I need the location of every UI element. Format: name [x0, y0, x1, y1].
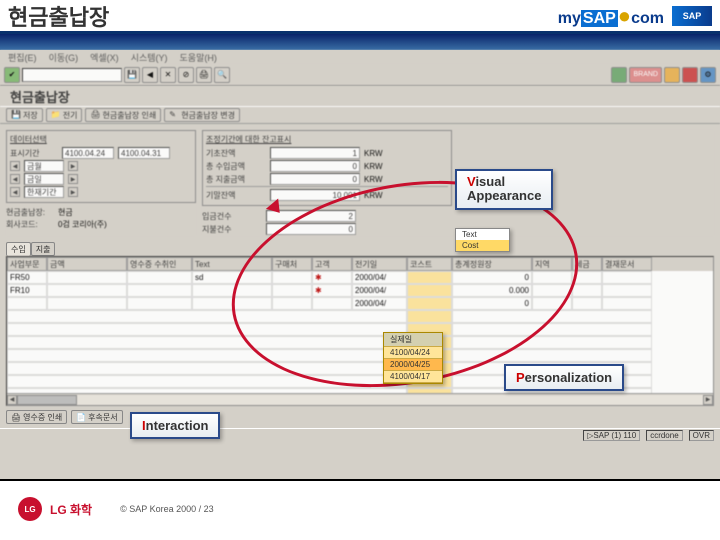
- status-amber-icon: [664, 67, 680, 83]
- table-row[interactable]: [7, 349, 713, 362]
- table-row[interactable]: [7, 336, 713, 349]
- followup-button[interactable]: 📄후속문서: [71, 410, 122, 424]
- list-item[interactable]: 4100/04/24: [384, 347, 442, 359]
- brand-logos: mySAP●com SAP: [558, 3, 712, 29]
- system-toolbar: ✔ 💾 ◀ ✕ ⊘ 🖨 🔍 BRAND ⚙: [0, 64, 720, 86]
- table-row[interactable]: [7, 310, 713, 323]
- scroll-right-icon[interactable]: ▶: [703, 395, 713, 405]
- copyright-text: © SAP Korea 2000 / 23: [120, 504, 214, 514]
- post-button[interactable]: 📁전기: [46, 108, 83, 122]
- application-toolbar: 💾저장 📁전기 🖨현금출납장 인쇄 ✎현금출납장 변경: [0, 106, 720, 124]
- folder-icon: 📁: [51, 110, 61, 120]
- company-code-value: 0검 코리아(주): [58, 219, 107, 230]
- enter-button[interactable]: ✔: [4, 67, 20, 83]
- main-panel: 데이터선택 표시기간 4100.04.24 4100.04.31 ◀ 금월 ▶ ◀ 금…: [0, 124, 720, 242]
- page-header: 현금출납장 mySAP●com SAP: [0, 0, 720, 34]
- print-receipt-button[interactable]: 🖨영수증 인쇄: [6, 410, 67, 424]
- date-label: 표시기간: [10, 148, 58, 159]
- sap-gui-window: 편집(E) 이동(G) 엑셀(X) 시스템(Y) 도움말(H) ✔ 💾 ◀ ✕ …: [0, 34, 720, 479]
- table-row[interactable]: FR10 ✱ 2000/04/ 0.000: [7, 284, 713, 297]
- save-icon[interactable]: 💾: [124, 67, 140, 83]
- grid-header: 사업부문 금액 영수증 수취인 Text 구매처 고객 전기일 코스트 총계정원…: [7, 257, 713, 271]
- print-cash-button[interactable]: 🖨현금출납장 인쇄: [85, 108, 161, 122]
- list-item[interactable]: 4100/04/17: [384, 371, 442, 383]
- context-popup[interactable]: Text Cost: [455, 228, 510, 252]
- next-icon[interactable]: ▶: [68, 174, 78, 184]
- group-title: 조정기간에 대한 잔고표시: [206, 134, 448, 145]
- date-dropdown[interactable]: 실제일 4100/04/24 2000/04/25 4100/04/17: [383, 332, 443, 384]
- page-title: 현금출납장: [8, 0, 109, 32]
- command-field[interactable]: [22, 68, 122, 82]
- brand-badge: BRAND: [629, 67, 662, 83]
- server-cell: ccrdone: [646, 430, 682, 441]
- back-icon[interactable]: ◀: [142, 67, 158, 83]
- lg-brand-text: LG 화학: [50, 501, 92, 518]
- tab-strip: 수입 지출: [0, 242, 720, 256]
- popup-item[interactable]: Cost: [456, 240, 509, 251]
- balance-group: 조정기간에 대한 잔고표시 기초잔액1KRW 총 수입금액0KRW 총 지출금액…: [202, 130, 452, 206]
- dropdown-header: 실제일: [384, 333, 442, 347]
- find-icon[interactable]: 🔍: [214, 67, 230, 83]
- bottom-toolbar: 🖨영수증 인쇄 📄후속문서: [0, 406, 720, 428]
- menu-item[interactable]: 엑셀(X): [90, 51, 119, 64]
- ovr-cell: OVR: [689, 430, 714, 441]
- session-cell: ▷ SAP (1) 110: [583, 430, 640, 441]
- menu-item[interactable]: 도움말(H): [180, 51, 217, 64]
- menu-item[interactable]: 편집(E): [8, 51, 37, 64]
- prev-icon[interactable]: ◀: [10, 174, 20, 184]
- group-title: 데이터선택: [10, 134, 192, 145]
- period-field[interactable]: 한재기간: [24, 186, 64, 198]
- prev-icon[interactable]: ◀: [10, 187, 20, 197]
- config-icon[interactable]: ⚙: [700, 67, 716, 83]
- period-field[interactable]: 금일: [24, 173, 64, 185]
- period-field[interactable]: 금월: [24, 160, 64, 172]
- mysap-logo: mySAP●com: [558, 3, 664, 29]
- page-footer: LG LG 화학 © SAP Korea 2000 / 23: [0, 479, 720, 537]
- table-row[interactable]: FR50 sd ✱ 2000/04/ 0: [7, 271, 713, 284]
- company-code-label: 회사코드:: [6, 219, 54, 230]
- date-from-input[interactable]: 4100.04.24: [62, 147, 114, 159]
- menu-item[interactable]: 시스템(Y): [131, 51, 168, 64]
- sap-box-logo: SAP: [672, 6, 712, 26]
- callout-visual-appearance: Visual Appearance: [455, 169, 553, 210]
- edit-icon: ✎: [169, 110, 179, 120]
- save-button[interactable]: 💾저장: [6, 108, 43, 122]
- table-row[interactable]: 2000/04/ 0: [7, 297, 713, 310]
- disk-icon: 💾: [11, 110, 21, 120]
- print-icon: 🖨: [11, 413, 21, 422]
- cash-journal-value: 현금: [58, 207, 73, 218]
- menubar[interactable]: 편집(E) 이동(G) 엑셀(X) 시스템(Y) 도움말(H): [0, 50, 720, 64]
- tab-income[interactable]: 수입: [6, 242, 31, 256]
- data-selection-group: 데이터선택 표시기간 4100.04.24 4100.04.31 ◀ 금월 ▶ ◀ 금…: [6, 130, 196, 203]
- transaction-title: 현금출납장: [0, 86, 720, 106]
- exit-icon[interactable]: ✕: [160, 67, 176, 83]
- print-icon[interactable]: 🖨: [196, 67, 212, 83]
- callout-interaction: Interaction: [130, 412, 220, 439]
- horizontal-scrollbar[interactable]: ◀ ▶: [7, 393, 713, 405]
- cash-journal-label: 현금출납장:: [6, 207, 54, 218]
- scroll-thumb[interactable]: [17, 395, 77, 405]
- popup-item[interactable]: Text: [456, 229, 509, 240]
- scroll-left-icon[interactable]: ◀: [7, 395, 17, 405]
- lg-logo-icon: LG: [18, 497, 42, 521]
- table-row[interactable]: [7, 323, 713, 336]
- status-red-icon: [682, 67, 698, 83]
- status-green-icon: [611, 67, 627, 83]
- date-range-row: 표시기간 4100.04.24 4100.04.31: [10, 147, 192, 159]
- tab-expense[interactable]: 지출: [31, 242, 56, 256]
- status-bar: ▷ SAP (1) 110 ccrdone OVR: [0, 428, 720, 442]
- list-item[interactable]: 2000/04/25: [384, 359, 442, 371]
- next-icon[interactable]: ▶: [68, 187, 78, 197]
- print-icon: 🖨: [90, 110, 100, 120]
- prev-icon[interactable]: ◀: [10, 161, 20, 171]
- change-cash-button[interactable]: ✎현금출납장 변경: [164, 108, 240, 122]
- callout-personalization: Personalization: [504, 364, 624, 391]
- window-titlebar: [0, 34, 720, 50]
- next-icon[interactable]: ▶: [68, 161, 78, 171]
- cancel-icon[interactable]: ⊘: [178, 67, 194, 83]
- date-to-input[interactable]: 4100.04.31: [118, 147, 170, 159]
- menu-item[interactable]: 이동(G): [49, 51, 79, 64]
- doc-icon: 📄: [76, 413, 86, 422]
